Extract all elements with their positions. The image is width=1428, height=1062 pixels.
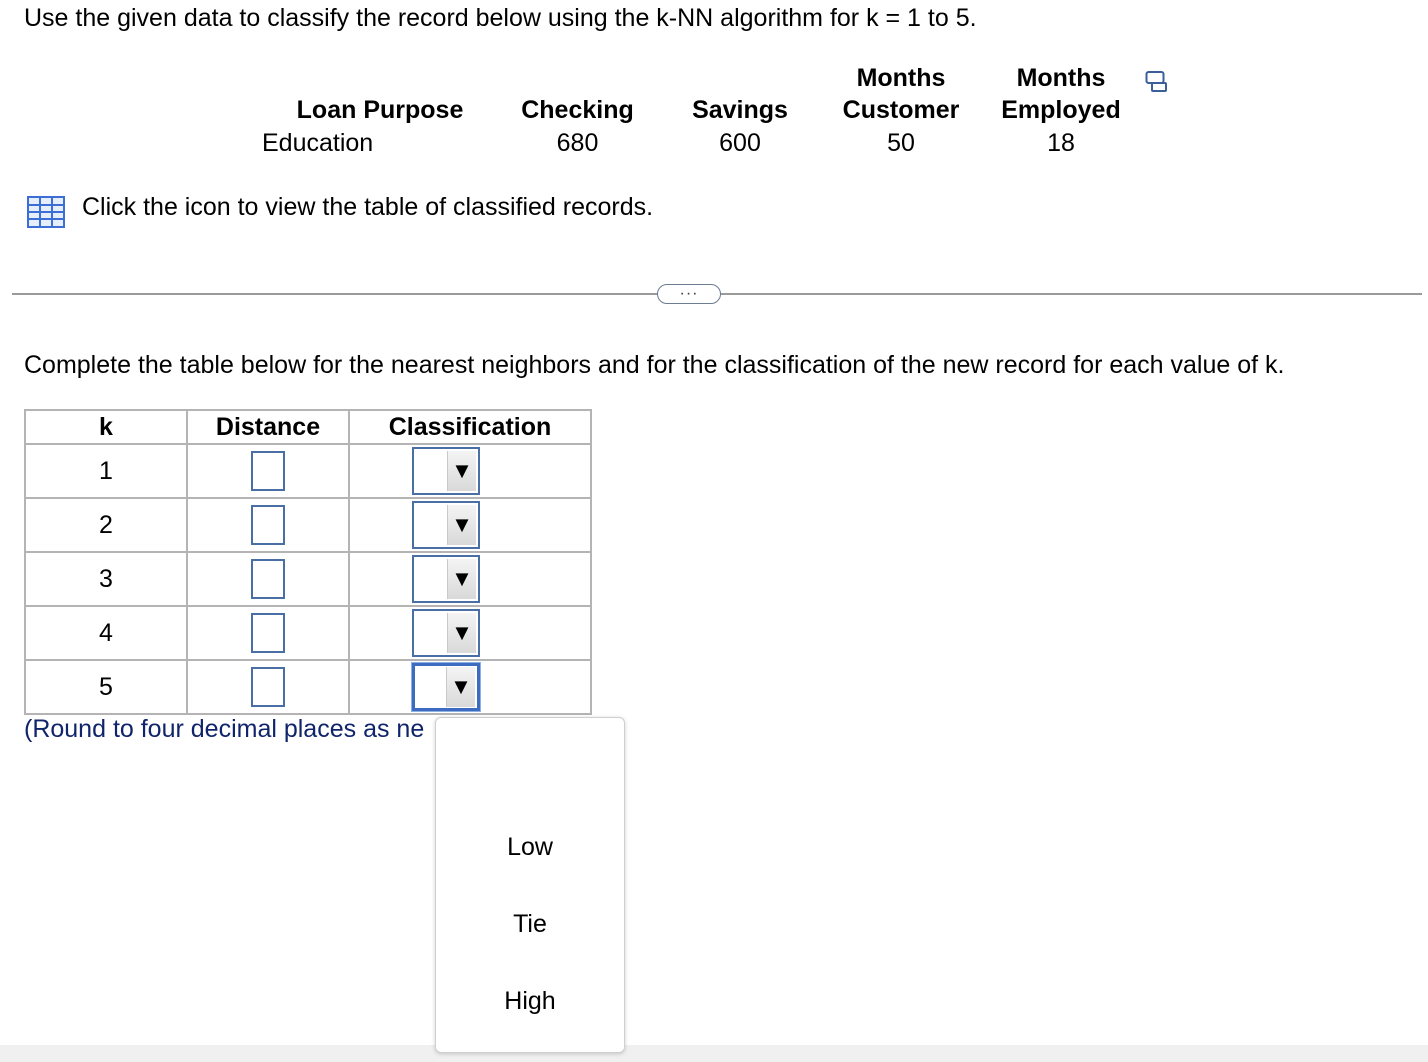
answer-table-header-row: k Distance Classification xyxy=(24,409,592,445)
header-distance: Distance xyxy=(186,409,350,445)
record-header-months-customer-top: Months xyxy=(856,64,946,92)
row-k-value: 5 xyxy=(24,659,188,715)
row-k-value: 4 xyxy=(24,605,188,661)
copy-data-icon[interactable] xyxy=(1145,69,1169,93)
record-header-months-employed-top: Months xyxy=(1016,64,1106,92)
distance-input[interactable] xyxy=(251,505,285,545)
chevron-down-icon: ▼ xyxy=(447,559,476,599)
classification-dropdown-active[interactable]: ▼ xyxy=(412,663,480,711)
chevron-down-icon: ▼ xyxy=(447,451,476,491)
row-k-value: 2 xyxy=(24,497,188,553)
option-low[interactable]: Low xyxy=(436,833,624,862)
record-header-loan-purpose: Loan Purpose xyxy=(296,96,464,124)
distance-input[interactable] xyxy=(251,559,285,599)
record-value-checking: 680 xyxy=(556,129,599,157)
expand-more-button[interactable]: ··· xyxy=(657,284,721,304)
chevron-down-icon: ▼ xyxy=(447,613,476,653)
distance-input[interactable] xyxy=(251,451,285,491)
option-tie[interactable]: Tie xyxy=(436,910,624,939)
classification-options-menu: Low Tie High xyxy=(435,717,625,1053)
record-value-loan-purpose: Education xyxy=(262,129,374,157)
record-value-savings: 600 xyxy=(719,129,761,157)
record-header-months-employed: Employed xyxy=(1001,96,1121,124)
table-row: 1 ▼ xyxy=(24,443,592,499)
table-row: 3 ▼ xyxy=(24,551,592,607)
complete-instruction-text: Complete the table below for the nearest… xyxy=(24,351,1285,379)
distance-input[interactable] xyxy=(251,613,285,653)
table-row: 2 ▼ xyxy=(24,497,592,553)
table-row: 5 ▼ xyxy=(24,659,592,715)
table-row: 4 ▼ xyxy=(24,605,592,661)
rounding-note: (Round to four decimal places as ne xyxy=(24,715,425,743)
bottom-toolbar-strip xyxy=(0,1045,1428,1062)
record-header-savings: Savings xyxy=(692,96,788,124)
row-k-value: 1 xyxy=(24,443,188,499)
record-header-checking: Checking xyxy=(521,96,634,124)
answer-table: k Distance Classification 1 ▼ 2 ▼ 3 ▼ 4 … xyxy=(24,409,592,715)
classification-dropdown[interactable]: ▼ xyxy=(412,447,480,495)
view-table-link-text: Click the icon to view the table of clas… xyxy=(82,193,654,221)
instruction-text: Use the given data to classify the recor… xyxy=(24,4,977,32)
distance-input[interactable] xyxy=(251,667,285,707)
record-value-months-customer: 50 xyxy=(887,129,915,157)
header-k: k xyxy=(24,409,188,445)
grid-table-icon[interactable] xyxy=(27,196,65,228)
classification-dropdown[interactable]: ▼ xyxy=(412,555,480,603)
header-classification: Classification xyxy=(348,409,592,445)
record-value-months-employed: 18 xyxy=(1047,129,1075,157)
row-k-value: 3 xyxy=(24,551,188,607)
option-high[interactable]: High xyxy=(436,987,624,1016)
chevron-down-icon: ▼ xyxy=(446,667,475,707)
record-header-months-customer: Customer xyxy=(842,96,960,124)
chevron-down-icon: ▼ xyxy=(447,505,476,545)
classification-dropdown[interactable]: ▼ xyxy=(412,609,480,657)
classification-dropdown[interactable]: ▼ xyxy=(412,501,480,549)
